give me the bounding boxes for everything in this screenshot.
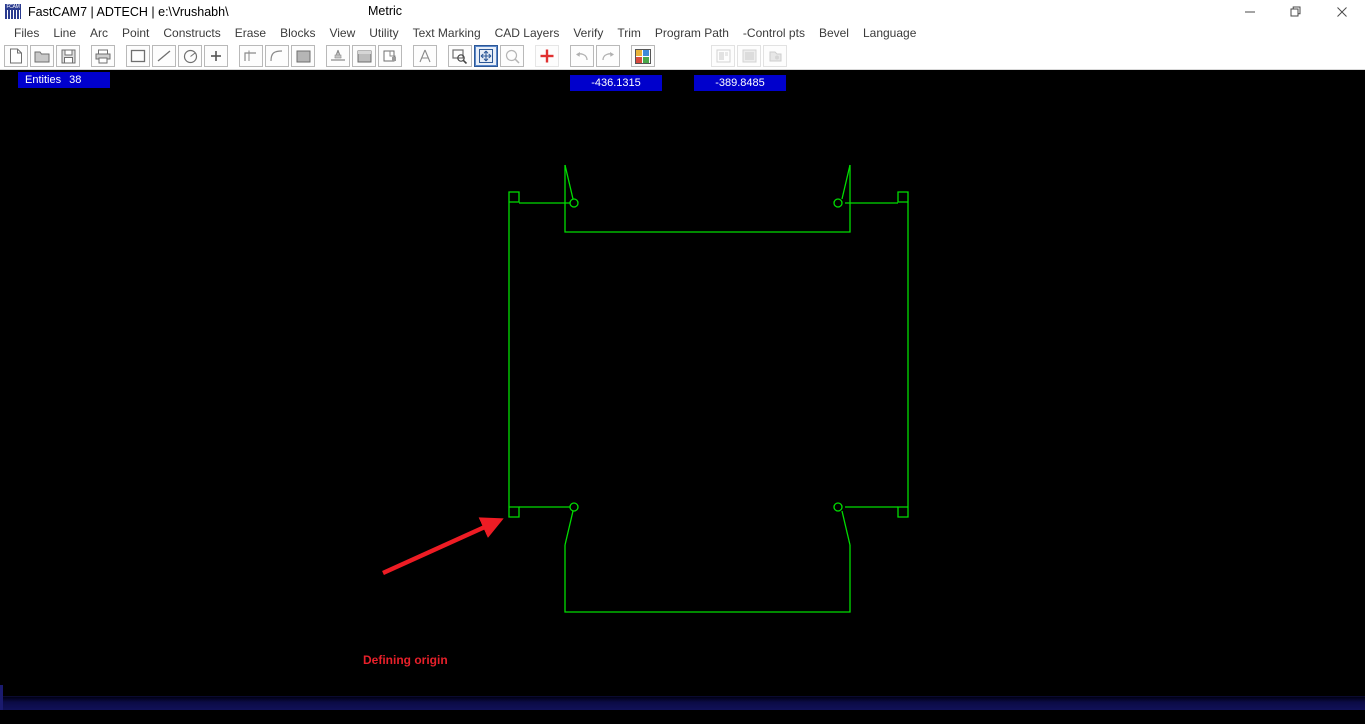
drawing-vector-layer (382, 164, 909, 613)
menu-item-view[interactable]: View (322, 23, 362, 43)
cursor-y-value: -389.8485 (715, 77, 765, 89)
rectangle-tool-icon[interactable] (126, 45, 150, 67)
menu-item-utility[interactable]: Utility (362, 23, 405, 43)
add-origin-icon[interactable] (535, 45, 559, 67)
toolbar-separator (665, 45, 674, 67)
main-toolbar (0, 43, 1365, 70)
menu-bar: Files Line Arc Point Constructs Erase Bl… (0, 23, 1365, 43)
menu-item-verify[interactable]: Verify (566, 23, 610, 43)
application-window: FCAM FastCAM7 | ADTECH | e:\Vrushabh\ Me… (0, 0, 1365, 724)
output-nc-icon[interactable] (763, 45, 787, 67)
menu-item-constructs[interactable]: Constructs (156, 23, 227, 43)
toolbar-separator (674, 45, 683, 67)
new-file-icon[interactable] (4, 45, 28, 67)
redo-icon[interactable] (596, 45, 620, 67)
window-controls (1227, 0, 1365, 23)
annotation-label: Defining origin (363, 653, 448, 667)
text-tool-icon[interactable] (413, 45, 437, 67)
bottom-status-bar (0, 685, 1365, 710)
menu-item-point[interactable]: Point (115, 23, 156, 43)
menu-item-text-marking[interactable]: Text Marking (406, 23, 488, 43)
cursor-x-value: -436.1315 (591, 77, 641, 89)
entities-label: Entities (25, 74, 62, 86)
copy-block-icon[interactable] (378, 45, 402, 67)
toolbar-separator (403, 45, 412, 67)
menu-item-control-pts[interactable]: -Control pts (736, 23, 812, 43)
minimize-button[interactable] (1227, 0, 1273, 23)
print-icon[interactable] (91, 45, 115, 67)
point-tool-icon[interactable] (204, 45, 228, 67)
units-label: Metric (368, 4, 403, 18)
toolbar-separator (656, 45, 665, 67)
toolbar-separator (701, 45, 710, 67)
menu-item-files[interactable]: Files (7, 23, 46, 43)
cad-canvas[interactable]: Defining origin Activate Windows Go to S… (0, 70, 1365, 710)
toolbar-separator (560, 45, 569, 67)
menu-item-blocks[interactable]: Blocks (273, 23, 322, 43)
menu-item-trim[interactable]: Trim (610, 23, 648, 43)
toolbar-separator (525, 45, 534, 67)
cursor-x-readout: -436.1315 (570, 75, 662, 91)
save-icon[interactable] (56, 45, 80, 67)
annotation-arrow (382, 517, 504, 576)
toolbar-separator (316, 45, 325, 67)
menu-item-cad-layers[interactable]: CAD Layers (488, 23, 567, 43)
toolbar-separator (683, 45, 692, 67)
toolbar-separator (81, 45, 90, 67)
zoom-window-icon[interactable] (448, 45, 472, 67)
nest-part-icon[interactable] (711, 45, 735, 67)
menu-item-bevel[interactable]: Bevel (812, 23, 856, 43)
open-folder-icon[interactable] (30, 45, 54, 67)
undo-icon[interactable] (570, 45, 594, 67)
tray-part-outline (508, 164, 909, 613)
title-bar: FCAM FastCAM7 | ADTECH | e:\Vrushabh\ Me… (0, 0, 1365, 23)
cursor-y-readout: -389.8485 (694, 75, 786, 91)
fastcam-logo-icon: FCAM (5, 4, 21, 19)
toolbar-separator (229, 45, 238, 67)
plate-icon[interactable] (737, 45, 761, 67)
fill-shape-icon[interactable] (291, 45, 315, 67)
block-icon[interactable] (352, 45, 376, 67)
menu-item-language[interactable]: Language (856, 23, 923, 43)
circle-tool-icon[interactable] (178, 45, 202, 67)
menu-item-arc[interactable]: Arc (83, 23, 115, 43)
chamfer-tool-icon[interactable] (239, 45, 263, 67)
entities-counter: Entities 38 (18, 72, 110, 88)
toolbar-separator (692, 45, 701, 67)
zoom-previous-icon[interactable] (500, 45, 524, 67)
cad-layers-icon[interactable] (631, 45, 655, 67)
close-button[interactable] (1319, 0, 1365, 23)
menu-item-erase[interactable]: Erase (228, 23, 273, 43)
toolbar-separator (438, 45, 447, 67)
restore-button[interactable] (1273, 0, 1319, 23)
line-tool-icon[interactable] (152, 45, 176, 67)
entities-count: 38 (69, 74, 82, 86)
explode-icon[interactable] (326, 45, 350, 67)
toolbar-separator (116, 45, 125, 67)
window-title: FastCAM7 | ADTECH | e:\Vrushabh\ (28, 4, 229, 19)
toolbar-separator (621, 45, 630, 67)
fillet-tool-icon[interactable] (265, 45, 289, 67)
menu-item-line[interactable]: Line (46, 23, 83, 43)
menu-item-program-path[interactable]: Program Path (648, 23, 736, 43)
zoom-fit-icon[interactable] (474, 45, 498, 67)
